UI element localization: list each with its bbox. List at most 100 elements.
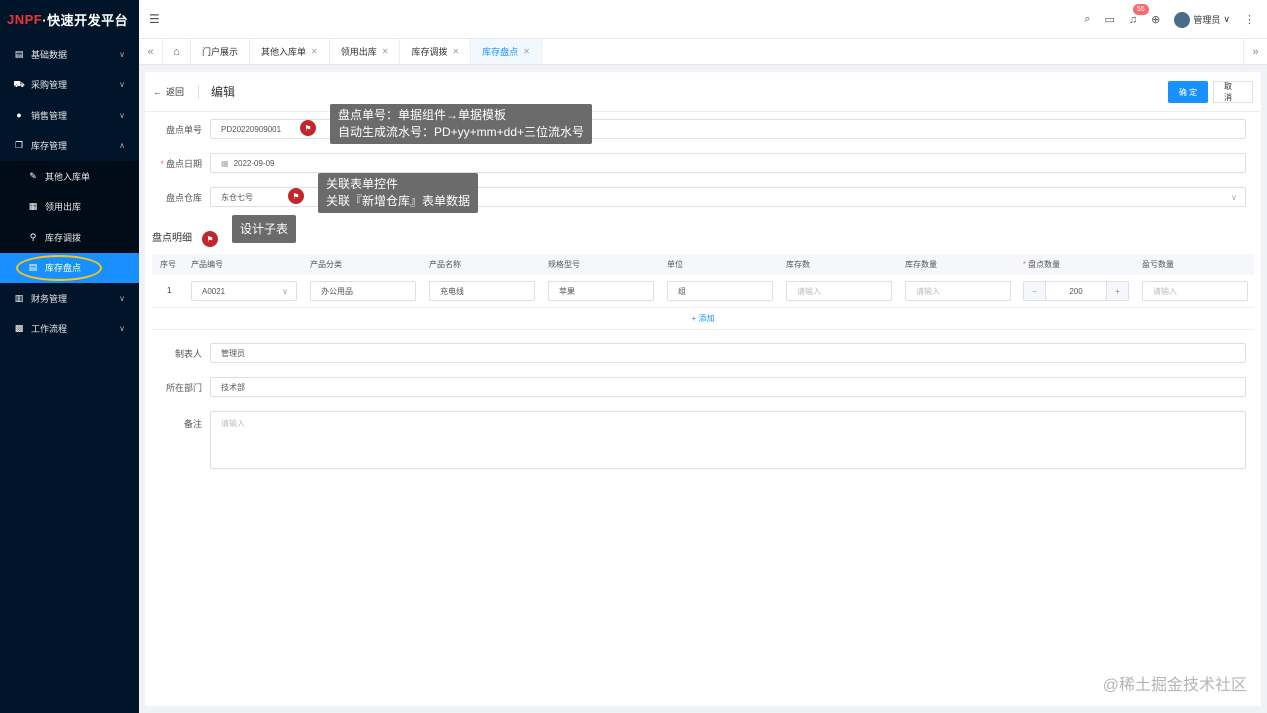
callout-warehouse: 关联表单控件 关联『新增仓库』表单数据 bbox=[318, 173, 479, 213]
message-icon[interactable]: ▭ bbox=[1105, 13, 1115, 26]
sidebar-item-label: 库存盘点 bbox=[45, 263, 82, 274]
field-label: 制表人 bbox=[174, 348, 202, 359]
date-picker[interactable]: ▦ 2022-09-09 bbox=[210, 153, 1246, 173]
sidebar-item-sales[interactable]: ● 销售管理 ∨ bbox=[0, 100, 139, 131]
tab-label: 库存调拨 bbox=[411, 47, 448, 57]
input-value: 组 bbox=[678, 286, 686, 296]
page-header: ← 返回 编辑 确 定 取 消 bbox=[145, 72, 1261, 112]
form-row-creator: 制表人 管理员 bbox=[145, 343, 1246, 363]
menu-fold-icon[interactable]: ☰ bbox=[149, 12, 160, 26]
tab-requisition[interactable]: 领用出库 ✕ bbox=[330, 39, 401, 64]
tab-other-inbound[interactable]: 其他入库单 ✕ bbox=[250, 39, 330, 64]
detail-section-title: 盘点明细 bbox=[152, 233, 192, 244]
sidebar-item-stocktake[interactable]: ▤ 库存盘点 bbox=[0, 252, 139, 283]
app-root: JNPF ·快速开发平台 ▤ 基础数据 ∨ ⛟ 采购管理 ∨ ● 销售管理 ∨ … bbox=[0, 0, 1267, 713]
more-icon[interactable]: ⋮ bbox=[1244, 13, 1255, 26]
finance-icon: ▥ bbox=[14, 292, 24, 303]
input-value: 技术部 bbox=[221, 382, 245, 392]
close-icon[interactable]: ✕ bbox=[452, 47, 459, 56]
watermark: @稀土掘金技术社区 bbox=[1102, 677, 1247, 694]
chevron-down-icon: ∨ bbox=[119, 80, 125, 90]
sidebar-item-other-inbound[interactable]: ✎ 其他入库单 bbox=[0, 161, 139, 192]
home-icon[interactable]: ⌂ bbox=[163, 39, 191, 64]
tab-portal[interactable]: 门户展示 bbox=[191, 39, 251, 64]
cancel-button[interactable]: 取 消 bbox=[1213, 81, 1253, 103]
stock-qty-input[interactable]: 请输入 bbox=[905, 281, 1011, 301]
tabs-scroll-right-icon[interactable]: » bbox=[1243, 39, 1267, 65]
input-value: PD20220909001 bbox=[221, 124, 282, 134]
tab-label: 库存盘点 bbox=[482, 47, 519, 57]
search-icon[interactable]: ⌕ bbox=[1084, 13, 1090, 26]
column-header: 产品编号 bbox=[191, 260, 223, 269]
stock-input[interactable]: 请输入 bbox=[786, 281, 892, 301]
sidebar-item-transfer[interactable]: ⚲ 库存调拨 bbox=[0, 222, 139, 253]
close-icon[interactable]: ✕ bbox=[523, 47, 530, 56]
flag-marker-icon: ⚑ bbox=[202, 231, 218, 247]
bell-icon[interactable]: ♫ 55 bbox=[1129, 3, 1149, 26]
globe-icon[interactable]: ⊕ bbox=[1151, 13, 1160, 26]
tabs-scroll-left-icon[interactable]: « bbox=[139, 39, 163, 64]
sidebar-item-label: 工作流程 bbox=[31, 324, 68, 335]
sidebar-menu: ▤ 基础数据 ∨ ⛟ 采购管理 ∨ ● 销售管理 ∨ ❐ 库存管理 ∧ ✎ 其他 bbox=[0, 39, 139, 344]
chevron-down-icon: ∨ bbox=[119, 324, 125, 334]
category-input[interactable]: 办公用品 bbox=[310, 281, 416, 301]
callout-line: 盘点单号：单据组件→单据模板 bbox=[338, 108, 507, 122]
sidebar-item-label: 库存管理 bbox=[31, 141, 68, 152]
notification-badge: 55 bbox=[1132, 3, 1149, 15]
row-index: 1 bbox=[167, 286, 172, 295]
column-header: 产品分类 bbox=[310, 260, 342, 269]
form-row-warehouse: 盘点仓库 东仓七号 ∨ bbox=[145, 187, 1246, 207]
sidebar-item-finance[interactable]: ▥ 财务管理 ∨ bbox=[0, 283, 139, 314]
unit-input[interactable]: 组 bbox=[667, 281, 773, 301]
input-value: 充电线 bbox=[440, 286, 464, 296]
column-header-text: 盘点数量 bbox=[1028, 260, 1061, 269]
required-mark: * bbox=[160, 158, 164, 169]
column-header: 库存数量 bbox=[905, 260, 937, 269]
product-code-select[interactable]: A0021 ∨ bbox=[191, 281, 297, 301]
field-label: 备注 bbox=[183, 419, 202, 429]
main-card: ← 返回 编辑 确 定 取 消 盘点单号 PD20220909001 * 盘点日期… bbox=[145, 72, 1261, 706]
tab-label: 其他入库单 bbox=[261, 47, 307, 57]
table-row: 1 A0021 ∨ 办公用品 充电线 苹果 组 请输入 请输入 − 200 + … bbox=[152, 275, 1254, 308]
close-icon[interactable]: ✕ bbox=[382, 47, 389, 56]
chevron-down-icon: ∨ bbox=[1223, 14, 1230, 24]
department-input[interactable]: 技术部 bbox=[210, 377, 1246, 397]
input-placeholder: 请输入 bbox=[797, 286, 821, 296]
sidebar-item-requisition[interactable]: ▦ 领用出库 bbox=[0, 191, 139, 222]
user-menu[interactable]: 管理员 ∨ bbox=[1174, 11, 1230, 28]
user-icon: ● bbox=[16, 110, 22, 121]
sidebar-item-basic-data[interactable]: ▤ 基础数据 ∨ bbox=[0, 39, 139, 70]
tab-transfer[interactable]: 库存调拨 ✕ bbox=[400, 39, 472, 64]
product-name-input[interactable]: 充电线 bbox=[429, 281, 535, 301]
back-button[interactable]: ← 返回 bbox=[153, 85, 184, 98]
spec-input[interactable]: 苹果 bbox=[548, 281, 654, 301]
table-header: 序号 产品编号 产品分类 产品名称 规格型号 单位 库存数 库存数量 * 盘点数量… bbox=[152, 254, 1254, 275]
confirm-button[interactable]: 确 定 bbox=[1168, 81, 1208, 103]
plus-icon[interactable]: + bbox=[1106, 282, 1128, 300]
callout-line: 关联『新增仓库』表单数据 bbox=[326, 194, 471, 208]
callout-line: 自动生成流水号：PD+yy+mm+dd+三位流水号 bbox=[338, 125, 585, 139]
tab-stocktake[interactable]: 库存盘点 ✕ bbox=[471, 39, 542, 64]
calendar-icon: ▦ bbox=[221, 158, 229, 168]
close-icon[interactable]: ✕ bbox=[311, 47, 318, 56]
form-row-date: * 盘点日期 ▦ 2022-09-09 bbox=[145, 153, 1246, 173]
count-stepper[interactable]: − 200 + bbox=[1023, 281, 1129, 301]
sidebar-item-label: 财务管理 bbox=[31, 293, 68, 304]
add-row-button[interactable]: + 添加 bbox=[152, 308, 1254, 330]
column-header: 规格型号 bbox=[548, 260, 580, 269]
document-icon: ▤ bbox=[14, 48, 24, 59]
diff-input[interactable]: 请输入 bbox=[1142, 281, 1248, 301]
column-header: 序号 bbox=[160, 260, 176, 269]
input-placeholder: 请输入 bbox=[221, 419, 245, 428]
form-row-department: 所在部门 技术部 bbox=[145, 377, 1246, 397]
sidebar-item-purchase[interactable]: ⛟ 采购管理 ∨ bbox=[0, 70, 139, 101]
flag-marker-icon: ⚑ bbox=[300, 120, 316, 136]
workflow-icon: ▩ bbox=[14, 323, 24, 334]
creator-input[interactable]: 管理员 bbox=[210, 343, 1246, 363]
sidebar-item-inventory[interactable]: ❐ 库存管理 ∧ bbox=[0, 131, 139, 162]
remark-textarea[interactable]: 请输入 bbox=[210, 411, 1246, 469]
minus-icon[interactable]: − bbox=[1024, 282, 1046, 300]
field-label-text: 盘点日期 bbox=[165, 158, 202, 169]
edit-icon: ✎ bbox=[29, 170, 37, 181]
sidebar-item-workflow[interactable]: ▩ 工作流程 ∨ bbox=[0, 314, 139, 345]
